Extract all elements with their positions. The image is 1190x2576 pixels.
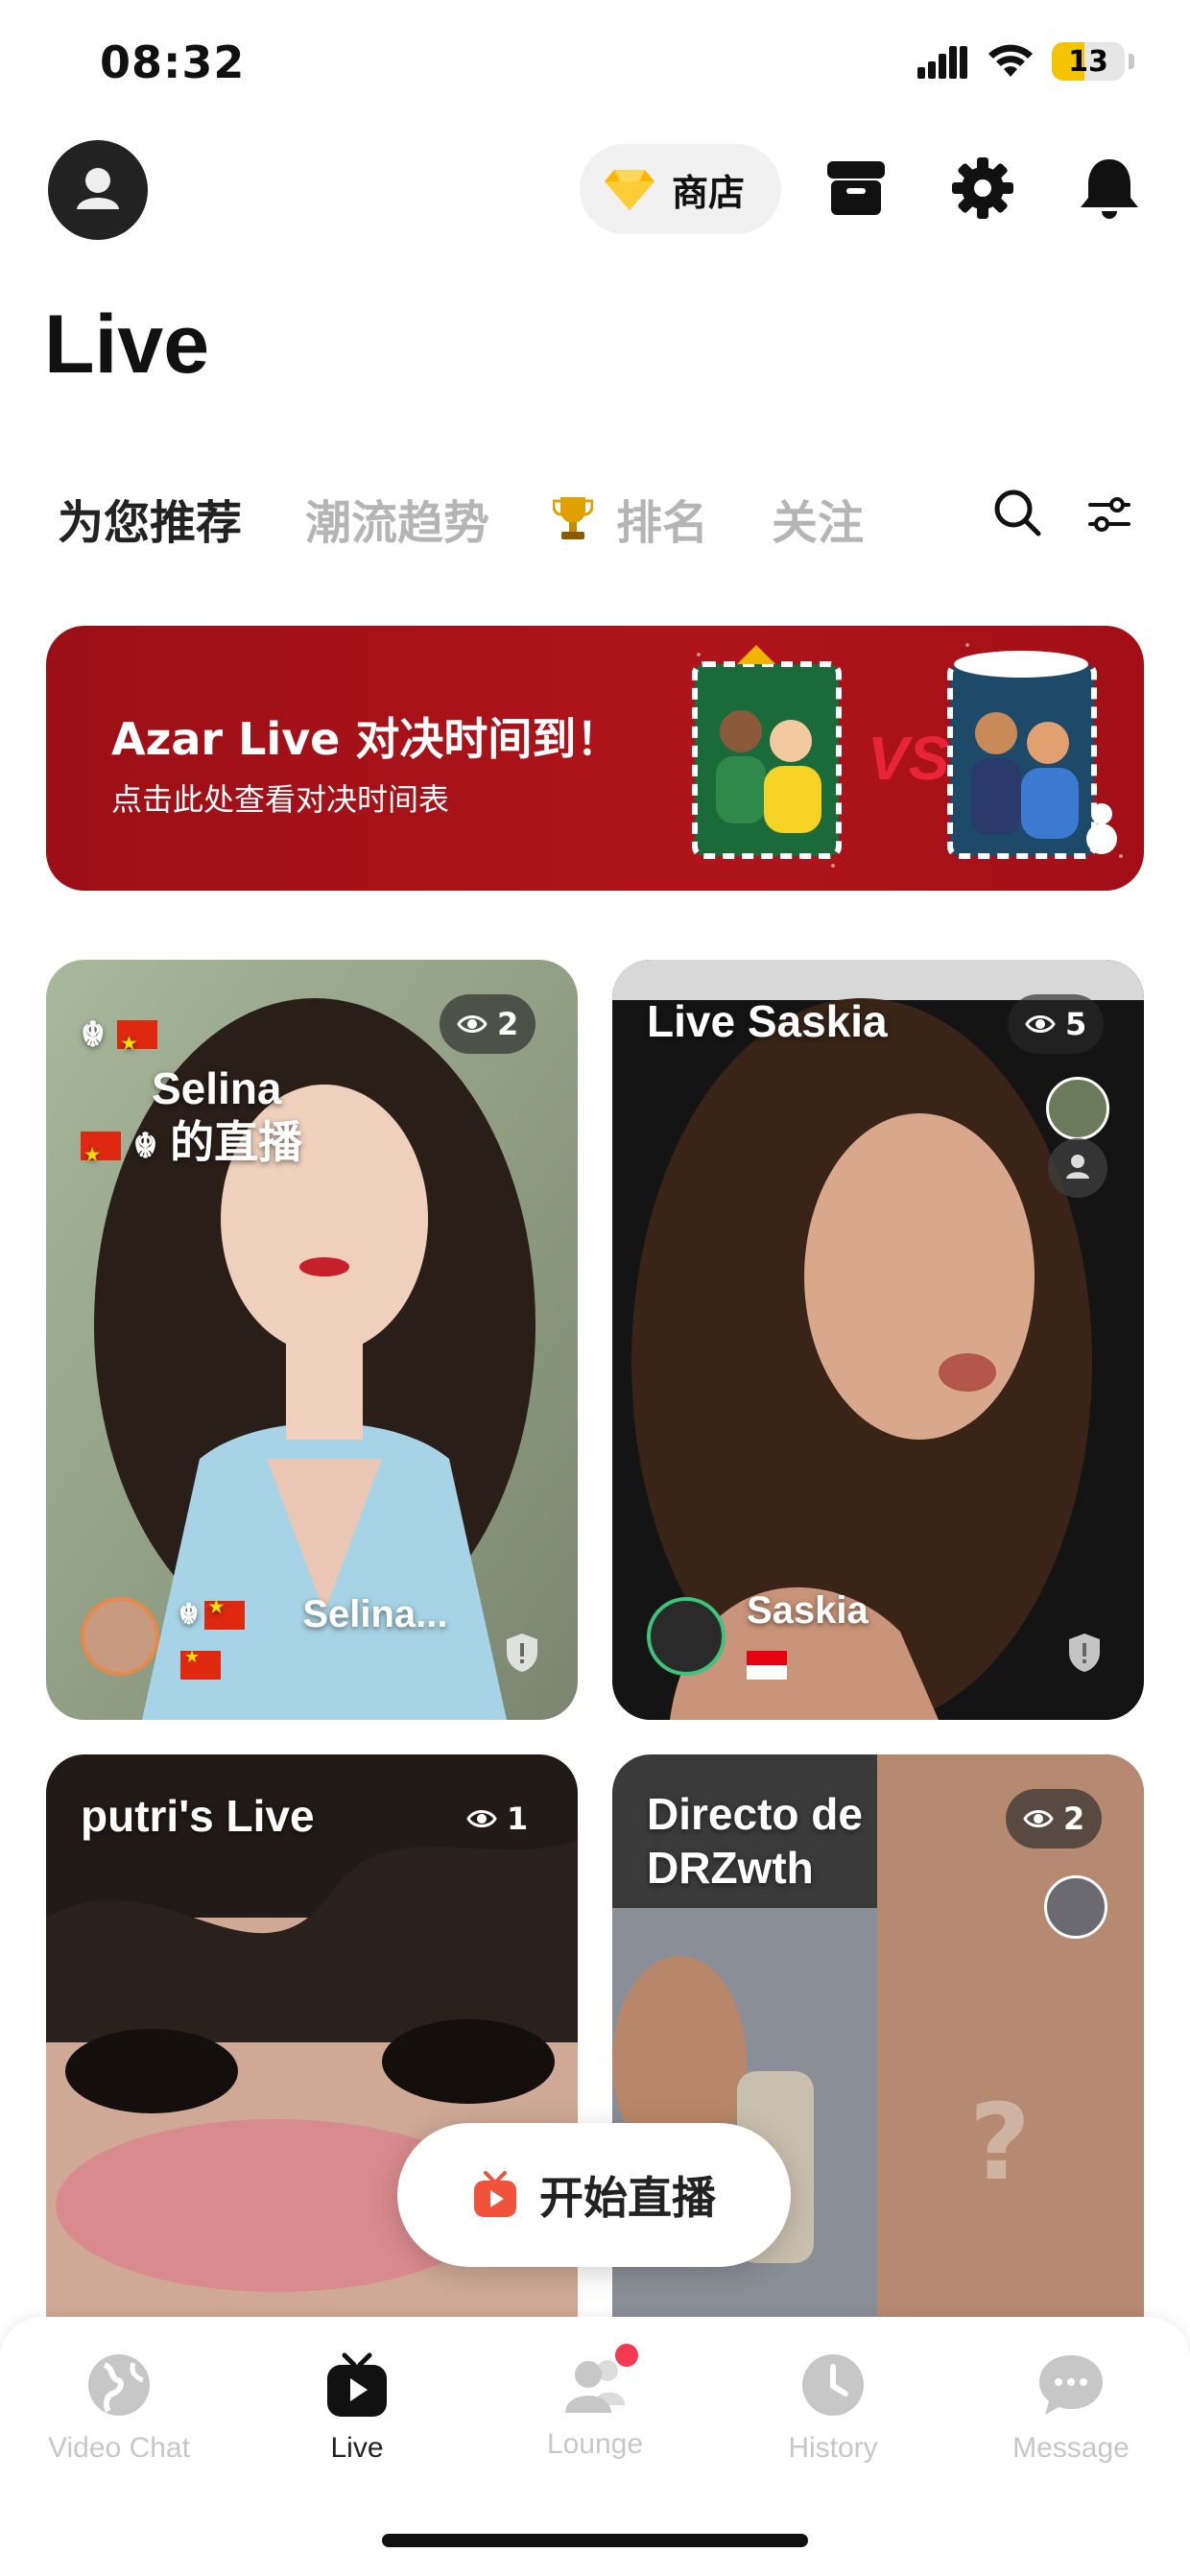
versus-illustration: VS: [692, 643, 1123, 868]
battery-level: 13: [1068, 45, 1108, 79]
banner-title: Azar Live 对决时间到！: [111, 713, 621, 765]
shield-icon: [507, 1634, 537, 1672]
start-live-button[interactable]: 开始直播: [397, 2123, 791, 2267]
live-stream-card[interactable]: 2 ☬ Selina ☬ 的直播 ☬ Selina...: [46, 960, 578, 1720]
tab-label: 排名: [616, 496, 709, 550]
banner-subtitle: 点击此处查看对决时间表: [111, 781, 450, 818]
nav-label: Video Chat: [48, 2432, 190, 2464]
host-name: Selina...: [302, 1593, 448, 1635]
stream-title-line2: DRZwth: [647, 1843, 814, 1893]
category-tabs: 为您推荐 潮流趋势 排名 关注: [58, 480, 927, 557]
globe-icon: [88, 2354, 150, 2416]
empty-guest-slot: [1048, 1138, 1107, 1198]
live-stream-card[interactable]: Live Saskia 5 Saskia: [612, 960, 1144, 1720]
tv-icon: [327, 2352, 387, 2417]
viewer-count: 2: [1063, 1801, 1085, 1837]
start-live-label: 开始直播: [539, 2172, 716, 2224]
inbox-box-icon[interactable]: [821, 154, 891, 223]
shield-icon: [1069, 1634, 1100, 1672]
battery-indicator: 13: [1052, 42, 1125, 81]
viewer-count-badge: 5: [1008, 994, 1105, 1054]
nav-label: Lounge: [546, 2428, 644, 2460]
stream-title: Live Saskia: [647, 996, 888, 1046]
stream-title: putri's Live: [81, 1791, 315, 1841]
page-title: Live: [44, 298, 210, 391]
stream-title: ☬ Selina ☬ 的直播: [81, 1004, 303, 1181]
host-name: Saskia: [747, 1589, 869, 1632]
user-icon: [77, 168, 119, 209]
wifi-icon: [988, 44, 1033, 77]
host-country-flag: [180, 1647, 221, 1680]
nav-history[interactable]: History: [714, 2351, 952, 2465]
nav-lounge[interactable]: Lounge: [476, 2344, 714, 2461]
nav-live[interactable]: Live: [238, 2351, 476, 2465]
viewer-count-badge: 2: [1006, 1789, 1103, 1849]
home-indicator: [382, 2534, 808, 2547]
tab-label: 关注: [772, 496, 865, 550]
tab-following[interactable]: 关注: [772, 485, 864, 552]
status-bar: 08:32 13: [0, 0, 1190, 125]
people-icon-wrap: [561, 2344, 638, 2419]
emblem-icon: ☬: [132, 1126, 158, 1165]
vs-text: VS: [868, 724, 950, 793]
profile-avatar[interactable]: [48, 140, 148, 240]
viewer-count-badge: 2: [440, 994, 536, 1054]
china-flag: [81, 1128, 121, 1181]
user-icon: [1066, 1155, 1089, 1179]
trophy-icon: [553, 497, 594, 539]
viewer-count: 2: [497, 1006, 519, 1042]
china-flag: [117, 1016, 158, 1070]
host-name-row: ☬ Selina...: [178, 1593, 448, 1636]
nav-label: Message: [1012, 2432, 1130, 2464]
hidden-guest-placeholder: ?: [969, 2081, 1031, 2204]
emblem-icon: ☬: [178, 1599, 200, 1631]
battery-nub: [1129, 54, 1134, 69]
eye-icon: [466, 1810, 497, 1827]
clock-icon: [802, 2354, 864, 2416]
battle-schedule-banner[interactable]: Azar Live 对决时间到！ 点击此处查看对决时间表 VS: [46, 626, 1144, 891]
shop-button[interactable]: 商店: [580, 144, 781, 234]
viewer-count: 1: [507, 1801, 529, 1837]
tab-trending[interactable]: 潮流趋势: [305, 485, 489, 552]
nav-label: Live: [330, 2432, 384, 2464]
viewer-count-badge: 1: [449, 1789, 545, 1849]
host-avatar: [647, 1597, 726, 1676]
eye-icon: [457, 1015, 488, 1033]
status-time: 08:32: [100, 36, 246, 88]
notification-badge-dot: [615, 2344, 638, 2367]
settings-gear-icon[interactable]: [948, 154, 1017, 223]
tab-recommended[interactable]: 为您推荐: [58, 485, 242, 552]
tab-label: 潮流趋势: [305, 496, 490, 550]
viewer-count: 5: [1065, 1006, 1087, 1042]
tab-ranking[interactable]: 排名: [553, 485, 708, 552]
chat-bubble-icon: [1039, 2355, 1103, 2415]
nav-label: History: [788, 2432, 878, 2464]
eye-icon: [1025, 1015, 1056, 1033]
eye-icon: [1023, 1810, 1054, 1827]
stream-title: Directo de DRZwth: [647, 1787, 863, 1895]
china-flag: [204, 1597, 246, 1630]
emblem-icon: ☬: [81, 1014, 106, 1054]
live-tv-icon: [474, 2171, 516, 2217]
stream-title-line2: 的直播: [170, 1117, 303, 1167]
stream-title-line1: Directo de: [647, 1789, 863, 1839]
co-host-avatar: [1046, 1077, 1109, 1140]
notification-bell-icon[interactable]: [1075, 154, 1144, 223]
shop-label: 商店: [672, 171, 746, 214]
diamond-icon: [605, 170, 654, 210]
nav-message[interactable]: Message: [952, 2351, 1190, 2465]
co-host-avatar: [1044, 1875, 1107, 1939]
search-icon[interactable]: [992, 488, 1042, 537]
stream-title-line1: Selina: [152, 1063, 282, 1113]
tab-label: 为您推荐: [58, 496, 243, 550]
host-avatar: [81, 1597, 159, 1676]
nav-video-chat[interactable]: Video Chat: [0, 2351, 238, 2465]
host-country-flag: [747, 1651, 787, 1680]
filter-sliders-icon[interactable]: [1086, 491, 1132, 537]
cellular-signal-icon: [917, 46, 967, 79]
